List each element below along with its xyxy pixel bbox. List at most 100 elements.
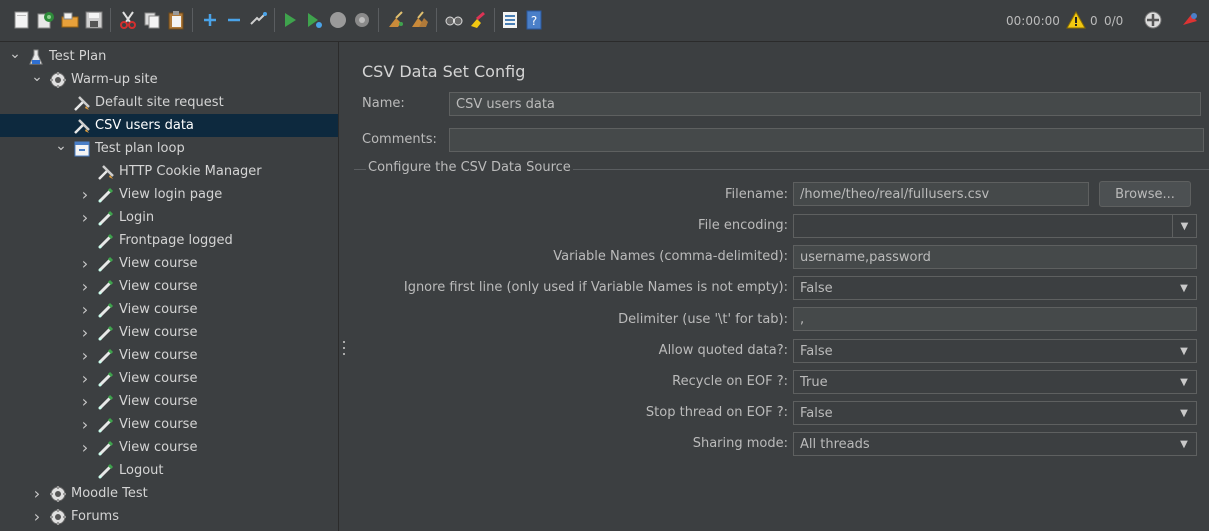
ignore-first-line-value: False xyxy=(800,280,833,296)
chevron-down-icon[interactable]: ⌄ xyxy=(30,65,44,88)
collapse-icon[interactable] xyxy=(224,10,244,30)
new-icon[interactable] xyxy=(12,10,32,30)
sampler-pipette-icon xyxy=(96,254,116,274)
tree-node[interactable]: › View course xyxy=(0,413,338,436)
tree-node[interactable]: Logout xyxy=(0,459,338,482)
sharing-mode-combo[interactable]: All threads ▼ xyxy=(793,432,1197,456)
tree-node[interactable]: › View login page xyxy=(0,183,338,206)
toggle-icon[interactable] xyxy=(248,10,268,30)
chevron-right-icon[interactable]: › xyxy=(78,390,92,413)
tree-node[interactable]: › View course xyxy=(0,390,338,413)
tree-node-label: Test plan loop xyxy=(95,141,185,156)
copy-icon[interactable] xyxy=(142,10,162,30)
delimiter-field[interactable] xyxy=(793,307,1197,331)
chevron-down-icon[interactable]: ▼ xyxy=(1172,402,1196,424)
tree-node[interactable]: CSV users data xyxy=(0,114,338,137)
allow-quoted-label: Allow quoted data?: xyxy=(658,343,788,358)
chevron-down-icon[interactable]: ▼ xyxy=(1172,340,1196,362)
sampler-pipette-icon xyxy=(96,415,116,435)
thread-group-gear-icon xyxy=(48,70,68,90)
paste-icon[interactable] xyxy=(166,10,186,30)
cut-icon[interactable] xyxy=(118,10,138,30)
browse-button[interactable]: Browse... xyxy=(1099,181,1191,207)
chevron-right-icon[interactable]: › xyxy=(78,275,92,298)
warning-icon[interactable] xyxy=(1066,10,1086,30)
split-pane-divider[interactable] xyxy=(339,42,348,531)
config-wrench-icon xyxy=(72,116,92,136)
chevron-right-icon[interactable]: › xyxy=(78,344,92,367)
chevron-down-icon[interactable]: ▼ xyxy=(1172,371,1196,393)
tree-node-label: Frontpage logged xyxy=(119,233,233,248)
tree-node[interactable]: › Login xyxy=(0,206,338,229)
tree-node[interactable]: › View course xyxy=(0,321,338,344)
filename-field[interactable] xyxy=(793,182,1089,206)
chevron-right-icon[interactable]: › xyxy=(78,436,92,459)
tree-node[interactable]: ⌄ Test plan loop xyxy=(0,134,338,160)
tree-node[interactable]: › View course xyxy=(0,367,338,390)
chevron-right-icon[interactable]: › xyxy=(78,321,92,344)
clear-all-icon[interactable] xyxy=(410,10,430,30)
chevron-right-icon[interactable]: › xyxy=(78,206,92,229)
allow-quoted-combo[interactable]: False ▼ xyxy=(793,339,1197,363)
templates-icon[interactable] xyxy=(36,10,56,30)
chevron-right-icon[interactable]: › xyxy=(78,252,92,275)
tree-node[interactable]: Default site request xyxy=(0,91,338,114)
ignore-first-line-combo[interactable]: False ▼ xyxy=(793,276,1197,300)
splitter-grip[interactable] xyxy=(343,341,345,355)
tree-node[interactable]: › Forums xyxy=(0,505,338,528)
chevron-right-icon[interactable]: › xyxy=(30,505,44,528)
recycle-eof-value: True xyxy=(800,374,828,390)
chevron-down-icon[interactable]: ⌄ xyxy=(54,134,68,157)
open-icon[interactable] xyxy=(60,10,80,30)
variable-names-field[interactable] xyxy=(793,245,1197,269)
toolbar-separator xyxy=(192,8,193,32)
tree-node-label: View course xyxy=(119,302,198,317)
tree-node[interactable]: › Moodle Test xyxy=(0,482,338,505)
tree-node-label: HTTP Cookie Manager xyxy=(119,164,262,179)
tree-node[interactable]: › View course xyxy=(0,298,338,321)
comments-field[interactable] xyxy=(449,128,1204,152)
chevron-right-icon[interactable]: › xyxy=(78,183,92,206)
tree-node[interactable]: ⌄ Test Plan xyxy=(0,42,338,68)
expand-icon[interactable] xyxy=(200,10,220,30)
start-no-pauses-icon[interactable] xyxy=(304,10,324,30)
shutdown-icon[interactable] xyxy=(352,10,372,30)
stop-thread-eof-combo[interactable]: False ▼ xyxy=(793,401,1197,425)
tree-node[interactable]: › View course xyxy=(0,252,338,275)
tree-node-label: Login xyxy=(119,210,155,225)
chevron-right-icon[interactable]: › xyxy=(78,413,92,436)
tree-node[interactable]: HTTP Cookie Manager xyxy=(0,160,338,183)
name-field[interactable] xyxy=(449,92,1201,116)
save-icon[interactable] xyxy=(84,10,104,30)
chevron-down-icon[interactable]: ▼ xyxy=(1172,215,1196,237)
log-viewer-icon[interactable] xyxy=(1180,10,1200,30)
tree-node[interactable]: › View course xyxy=(0,436,338,459)
tree-node-label: View course xyxy=(119,279,198,294)
chevron-right-icon[interactable]: › xyxy=(78,367,92,390)
chevron-down-icon[interactable]: ▼ xyxy=(1172,277,1196,299)
chevron-down-icon[interactable]: ▼ xyxy=(1172,433,1196,455)
test-plan-tree[interactable]: ⌄ Test Plan ⌄ Warm-up site Default site requ… xyxy=(0,42,339,531)
function-helper-icon[interactable] xyxy=(500,10,520,30)
tree-node[interactable]: › View course xyxy=(0,344,338,367)
sampler-pipette-icon xyxy=(96,277,116,297)
start-icon[interactable] xyxy=(280,10,300,30)
tree-node[interactable]: Frontpage logged xyxy=(0,229,338,252)
help-icon[interactable]: ? xyxy=(524,10,544,30)
file-encoding-combo[interactable]: ▼ xyxy=(793,214,1197,238)
recycle-eof-combo[interactable]: True ▼ xyxy=(793,370,1197,394)
clear-icon[interactable] xyxy=(386,10,406,30)
tree-node[interactable]: › View course xyxy=(0,275,338,298)
chevron-down-icon[interactable]: ⌄ xyxy=(8,42,22,65)
sampler-pipette-icon xyxy=(96,323,116,343)
search-icon[interactable] xyxy=(444,10,464,30)
chevron-right-icon[interactable]: › xyxy=(30,482,44,505)
reset-search-icon[interactable] xyxy=(468,10,488,30)
stop-icon[interactable] xyxy=(328,10,348,30)
chevron-right-icon[interactable]: › xyxy=(78,298,92,321)
tree-node-label: View course xyxy=(119,394,198,409)
tree-node[interactable]: ⌄ Warm-up site xyxy=(0,65,338,91)
remote-status-icon[interactable] xyxy=(1143,10,1163,30)
toolbar-separator xyxy=(274,8,275,32)
tree-node-label: Forums xyxy=(71,509,119,524)
